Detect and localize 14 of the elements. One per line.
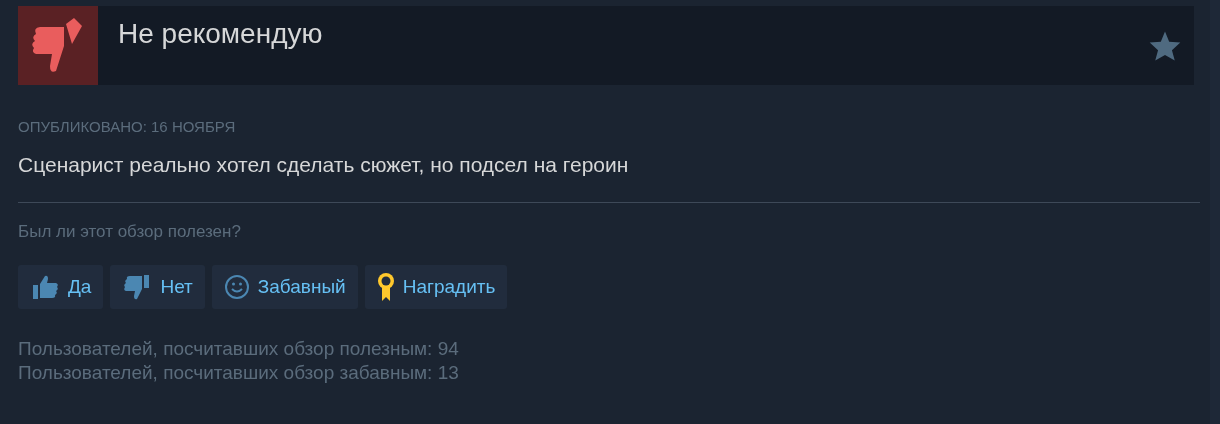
- vote-count: Пользователей, посчитавших обзор полезным: 94: [18, 337, 460, 361]
- award-ribbon-icon: [376, 272, 395, 302]
- star-icon[interactable]: [1148, 30, 1182, 62]
- vote-count: Пользователей, посчитавших обзор забавным: 13: [18, 361, 460, 385]
- no-button[interactable]: Нет: [110, 265, 205, 309]
- posted-date: ОПУБЛИКОВАНО: 16 НОЯБРЯ: [18, 118, 237, 135]
- thumbs-up-icon: [30, 274, 60, 300]
- helpful-prompt: Был ли этот обзор полезен?: [18, 222, 242, 242]
- funny-button[interactable]: Забавный: [211, 265, 358, 309]
- review-text: Сценарист реально хотел сделать сюжет, но подсел на героин: [18, 153, 630, 177]
- yes-button[interactable]: Да: [18, 265, 104, 309]
- award-button[interactable]: Наградить: [364, 265, 508, 309]
- review-verdict: Не рекомендую: [117, 17, 324, 51]
- smiley-icon: [223, 274, 250, 300]
